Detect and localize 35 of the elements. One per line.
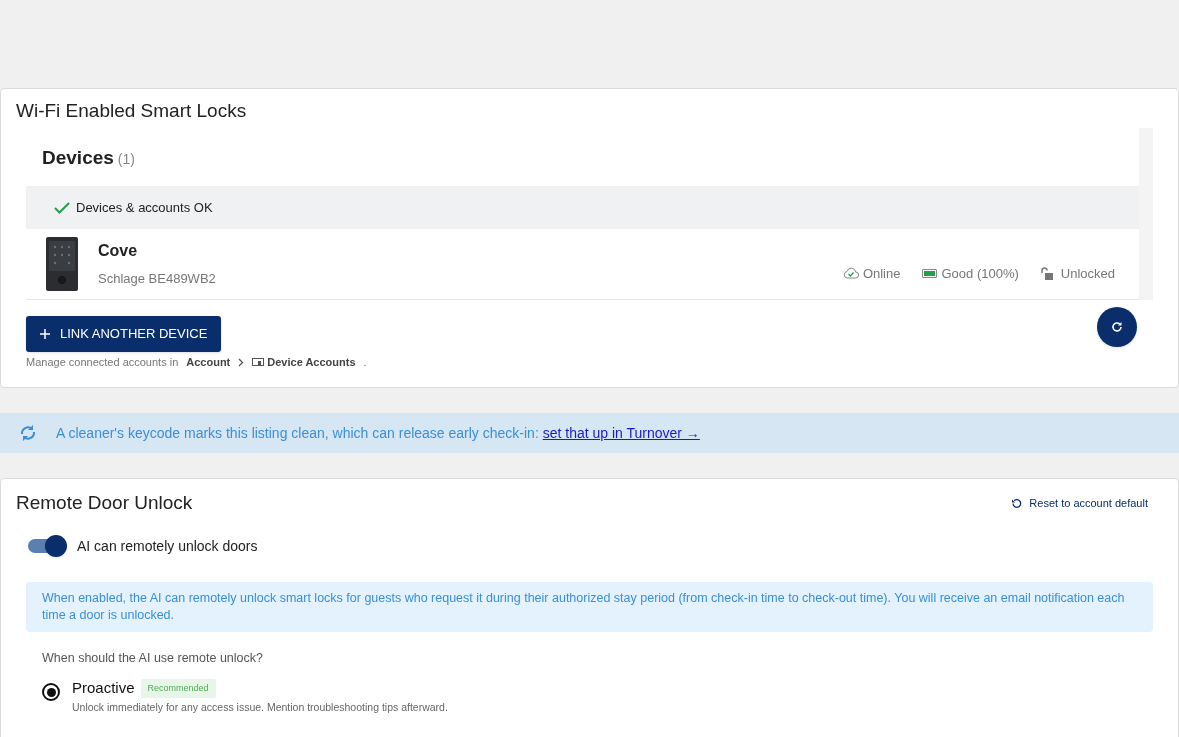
cloud-check-icon: [842, 267, 859, 280]
reset-link[interactable]: Reset to account default: [1011, 495, 1148, 512]
sync-icon: [19, 423, 37, 443]
toggle-label: AI can remotely unlock doors: [77, 536, 258, 556]
chevron-icon: [238, 357, 245, 367]
battery-icon: [922, 268, 938, 278]
section-title: Remote Door Unlock: [16, 491, 193, 515]
device-model: Schlage BE489WB2: [98, 270, 216, 289]
status-message: Devices & accounts OK: [76, 198, 213, 217]
device-name: Cove: [98, 241, 139, 262]
battery-status: Good (100%): [941, 264, 1019, 283]
plus-icon: [40, 329, 50, 339]
option-label: Proactive: [72, 678, 135, 699]
option-description: Unlock immediately for any access issue. Mention troubleshooting tips afterward.: [72, 699, 448, 715]
breadcrumb-link[interactable]: Account: [186, 354, 231, 371]
banner-text: A cleaner's keycode marks this listing clean, which can release early check-in: set that up in Turnover →: [56, 423, 700, 443]
question-text: When should the AI use remote unlock?: [41, 649, 264, 667]
lock-status: Unlocked: [1060, 264, 1115, 283]
manage-text: Manage connected accounts in: [26, 355, 179, 370]
refresh-icon: [1111, 321, 1123, 333]
check-icon: [54, 200, 70, 215]
refresh-button[interactable]: [1097, 307, 1137, 347]
devices-icon: [252, 357, 265, 367]
info-text: When enabled, the AI can remotely unlock smart locks for guests who request it during their authorized stay period (from check-in time to check-out time). You will receive an email notification each time a door is unlocked.: [26, 581, 1153, 632]
link-device-button[interactable]: LINK ANOTHER DEVICE: [26, 316, 222, 352]
devices-heading: Devices: [42, 145, 114, 170]
breadcrumb-link[interactable]: Device Accounts: [267, 354, 356, 371]
reset-icon: [1011, 497, 1023, 509]
card-title: Wi-Fi Enabled Smart Locks: [15, 99, 248, 123]
turnover-link[interactable]: set that up in Turnover →: [542, 424, 700, 441]
breadcrumb-end: .: [363, 355, 367, 370]
recommended-badge: Recommended: [140, 678, 216, 699]
connection-status: Online: [862, 264, 901, 283]
radio-button[interactable]: [42, 683, 60, 702]
devices-count: (1): [117, 149, 135, 169]
